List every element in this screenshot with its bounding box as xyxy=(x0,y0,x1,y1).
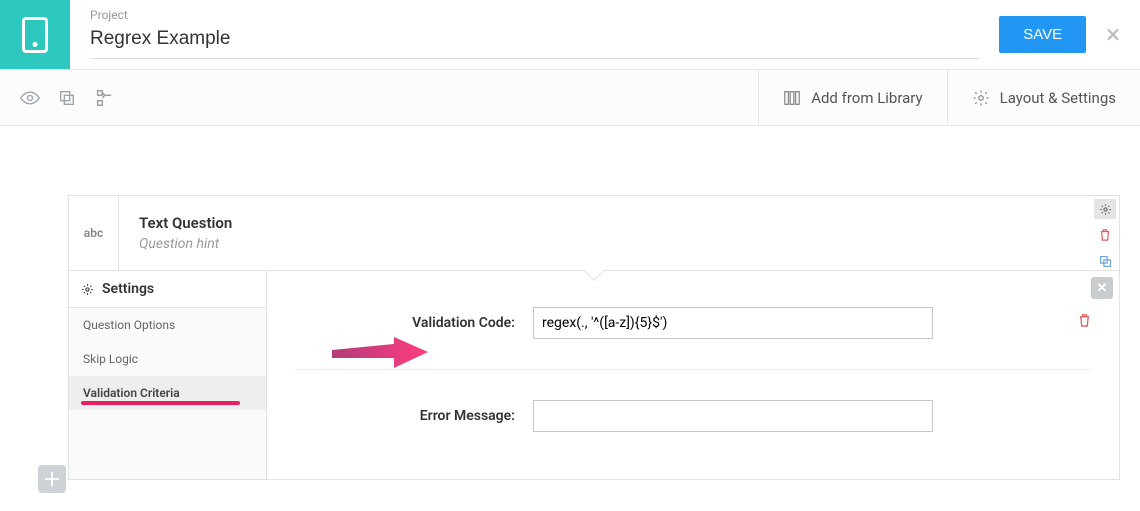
error-message-label: Error Message: xyxy=(295,408,515,424)
delete-question-trash-icon[interactable] xyxy=(1094,225,1116,245)
gear-icon xyxy=(972,89,990,107)
sidebar-item-validation-criteria[interactable]: Validation Criteria xyxy=(69,376,266,410)
question-type-badge: abc xyxy=(69,196,119,270)
close-settings-icon[interactable]: ✕ xyxy=(1091,277,1113,299)
library-icon xyxy=(783,89,801,107)
sidebar-item-question-options[interactable]: Question Options xyxy=(69,308,266,342)
delete-validation-trash-icon[interactable] xyxy=(1078,313,1091,332)
gear-icon xyxy=(81,283,94,296)
duplicate-question-icon[interactable] xyxy=(1094,251,1116,271)
project-title-input[interactable] xyxy=(90,24,979,59)
close-icon[interactable]: × xyxy=(1106,22,1120,48)
question-hint[interactable]: Question hint xyxy=(139,236,1099,252)
add-question-button[interactable]: ＋ xyxy=(38,465,66,493)
question-card: abc Text Question Question hint Settings xyxy=(68,195,1120,480)
question-settings-gear-icon[interactable] xyxy=(1094,199,1116,219)
layout-settings-label: Layout & Settings xyxy=(1000,89,1116,107)
group-icon[interactable] xyxy=(94,88,114,108)
error-message-input[interactable] xyxy=(533,400,933,432)
validation-code-input[interactable] xyxy=(533,307,933,339)
copy-stack-icon[interactable] xyxy=(58,89,76,107)
project-label: Project xyxy=(90,8,979,22)
phone-icon xyxy=(22,17,48,53)
validation-code-label: Validation Code: xyxy=(295,315,515,331)
sidebar-item-skip-logic[interactable]: Skip Logic xyxy=(69,342,266,376)
app-logo[interactable] xyxy=(0,0,70,69)
settings-sidebar: Settings Question Options Skip Logic Val… xyxy=(69,271,267,479)
layout-settings-button[interactable]: Layout & Settings xyxy=(947,70,1140,125)
preview-eye-icon[interactable] xyxy=(20,91,40,105)
add-from-library-label: Add from Library xyxy=(811,89,922,107)
question-title[interactable]: Text Question xyxy=(139,214,1099,232)
settings-header-label: Settings xyxy=(102,281,154,297)
save-button[interactable]: SAVE xyxy=(999,16,1086,53)
add-from-library-button[interactable]: Add from Library xyxy=(758,70,946,125)
